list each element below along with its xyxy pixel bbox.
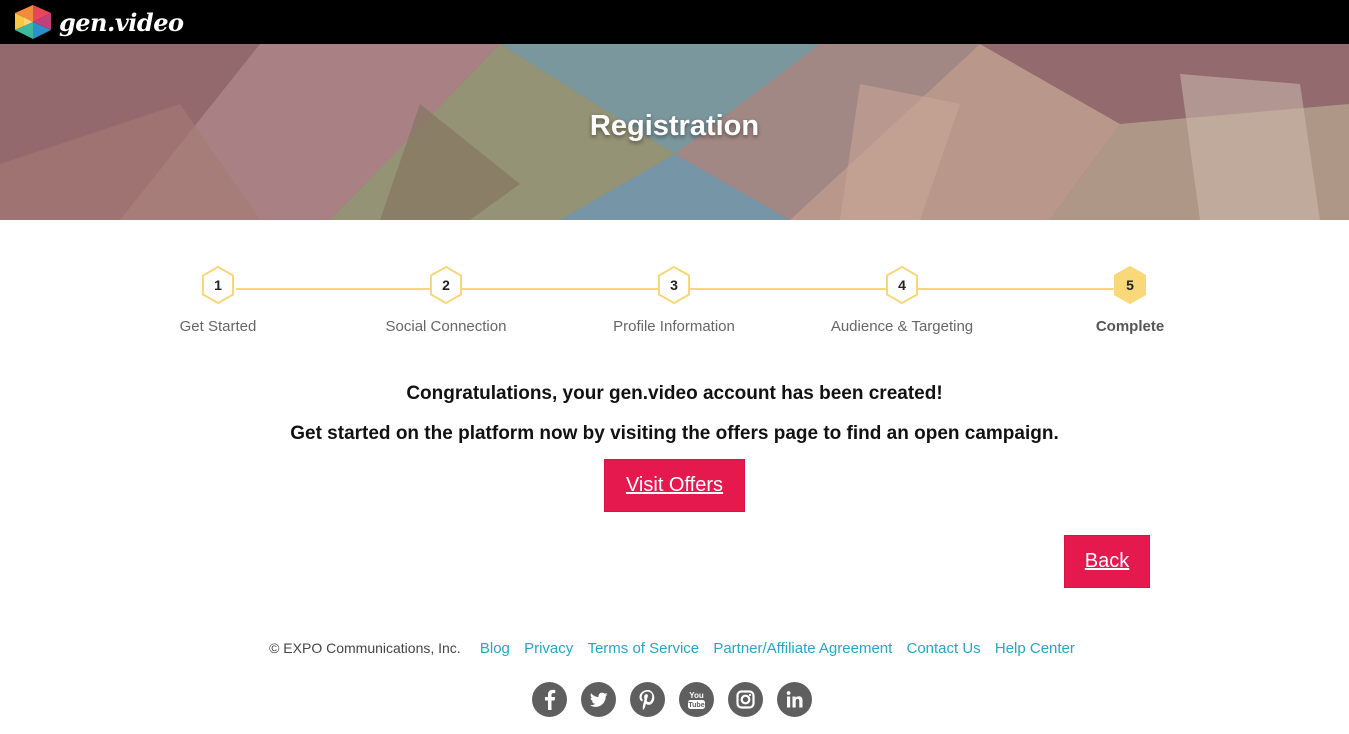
footer-link-help-center[interactable]: Help Center — [995, 640, 1075, 657]
social-links: You Tube — [532, 682, 812, 717]
footer-link-privacy[interactable]: Privacy — [524, 640, 573, 657]
step-number: 1 — [214, 277, 222, 293]
footer-link-terms[interactable]: Terms of Service — [587, 640, 699, 657]
youtube-icon[interactable]: You Tube — [679, 682, 714, 717]
step-hexagon: 3 — [657, 266, 691, 304]
hero-banner: Registration — [0, 44, 1349, 220]
step-audience-targeting: 4 Audience & Targeting — [792, 266, 1012, 335]
success-message: Congratulations, your gen.video account … — [406, 383, 943, 404]
step-label: Get Started — [179, 318, 257, 335]
step-number: 5 — [1126, 277, 1134, 293]
step-label: Audience & Targeting — [830, 318, 974, 335]
visit-offers-button[interactable]: Visit Offers — [604, 459, 745, 512]
brand-logo[interactable]: gen.video — [15, 5, 184, 39]
step-social-connection: 2 Social Connection — [336, 266, 556, 335]
step-get-started: 1 Get Started — [108, 266, 328, 335]
twitter-icon[interactable] — [581, 682, 616, 717]
step-hexagon: 2 — [429, 266, 463, 304]
step-hexagon-active: 5 — [1113, 266, 1147, 304]
brand-name: gen.video — [59, 7, 184, 37]
facebook-icon[interactable] — [532, 682, 567, 717]
step-label: Complete — [1095, 318, 1165, 335]
instruction-message: Get started on the platform now by visit… — [290, 423, 1059, 444]
step-complete: 5 Complete — [1020, 266, 1240, 335]
page-title: Registration — [589, 110, 760, 142]
step-number: 3 — [670, 277, 678, 293]
linkedin-icon[interactable] — [777, 682, 812, 717]
step-profile-information: 3 Profile Information — [564, 266, 784, 335]
pinterest-icon[interactable] — [630, 682, 665, 717]
svg-text:Tube: Tube — [688, 702, 704, 709]
step-number: 4 — [898, 277, 906, 293]
back-button[interactable]: Back — [1064, 535, 1150, 588]
top-bar: gen.video — [0, 0, 1349, 44]
instagram-icon[interactable] — [728, 682, 763, 717]
step-label: Social Connection — [385, 318, 507, 335]
logo-hexagon-icon — [15, 5, 51, 39]
footer-link-blog[interactable]: Blog — [480, 640, 510, 657]
step-label: Profile Information — [613, 318, 735, 335]
step-hexagon: 4 — [885, 266, 919, 304]
step-hexagon: 1 — [201, 266, 235, 304]
svg-text:You: You — [689, 691, 704, 700]
registration-stepper: 1 Get Started 2 Social Connection 3 Prof… — [0, 266, 1349, 346]
footer-link-contact[interactable]: Contact Us — [906, 640, 980, 657]
step-number: 2 — [442, 277, 450, 293]
copyright-text: © EXPO Communications, Inc. — [269, 640, 461, 656]
footer-links: © EXPO Communications, Inc. Blog Privacy… — [0, 640, 1349, 657]
footer-link-partner-agreement[interactable]: Partner/Affiliate Agreement — [713, 640, 892, 657]
